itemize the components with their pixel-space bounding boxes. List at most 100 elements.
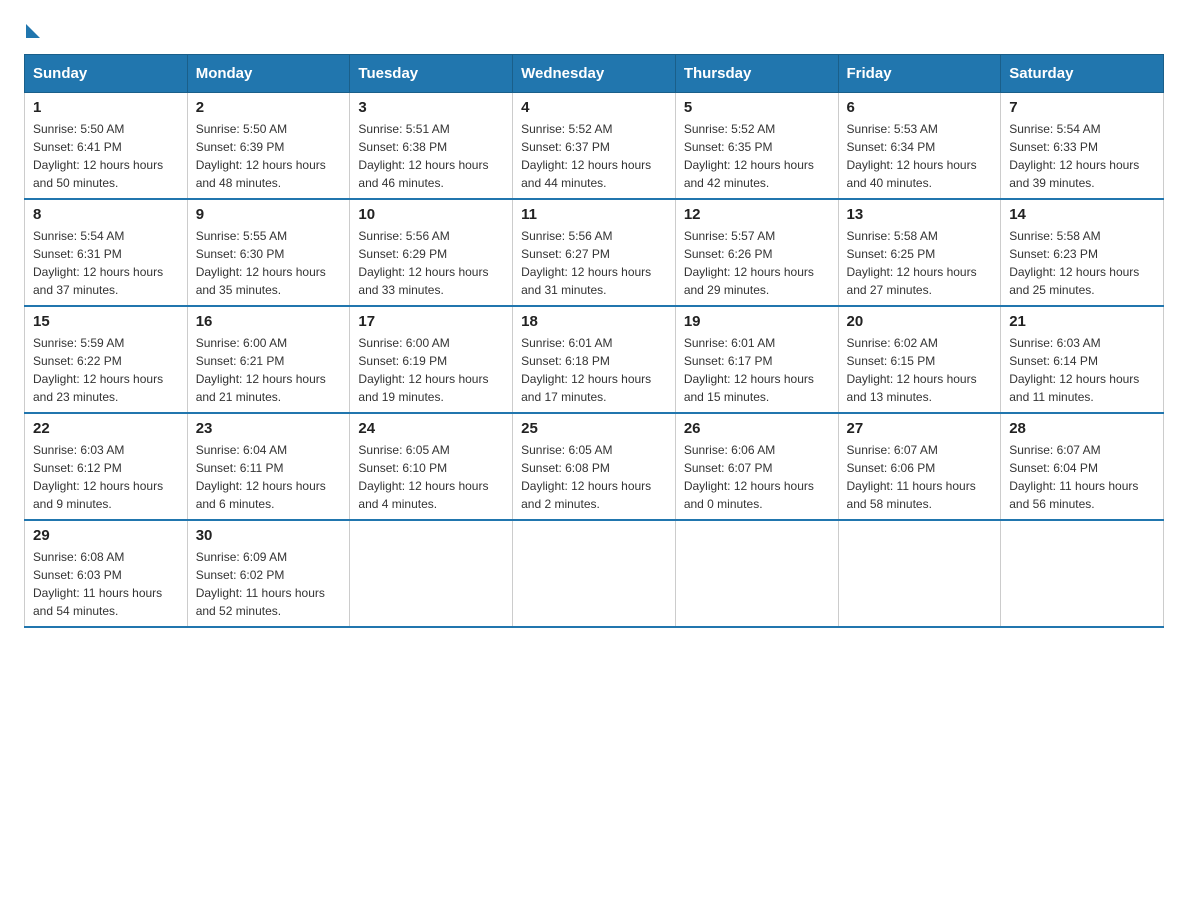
day-number: 10 bbox=[358, 206, 504, 223]
weekday-header-tuesday: Tuesday bbox=[350, 55, 513, 93]
calendar-week-row: 1 Sunrise: 5:50 AM Sunset: 6:41 PM Dayli… bbox=[25, 93, 1164, 200]
calendar-cell bbox=[838, 520, 1001, 627]
day-info: Sunrise: 6:03 AM Sunset: 6:12 PM Dayligh… bbox=[33, 441, 179, 513]
calendar-cell: 12 Sunrise: 5:57 AM Sunset: 6:26 PM Dayl… bbox=[675, 199, 838, 306]
calendar-cell: 29 Sunrise: 6:08 AM Sunset: 6:03 PM Dayl… bbox=[25, 520, 188, 627]
day-info: Sunrise: 5:53 AM Sunset: 6:34 PM Dayligh… bbox=[847, 120, 993, 192]
calendar-cell: 27 Sunrise: 6:07 AM Sunset: 6:06 PM Dayl… bbox=[838, 413, 1001, 520]
day-number: 20 bbox=[847, 313, 993, 330]
day-number: 15 bbox=[33, 313, 179, 330]
day-info: Sunrise: 5:50 AM Sunset: 6:41 PM Dayligh… bbox=[33, 120, 179, 192]
calendar-cell bbox=[675, 520, 838, 627]
calendar-table: SundayMondayTuesdayWednesdayThursdayFrid… bbox=[24, 54, 1164, 628]
day-number: 2 bbox=[196, 99, 342, 116]
calendar-cell: 5 Sunrise: 5:52 AM Sunset: 6:35 PM Dayli… bbox=[675, 93, 838, 200]
calendar-cell: 18 Sunrise: 6:01 AM Sunset: 6:18 PM Dayl… bbox=[513, 306, 676, 413]
day-number: 3 bbox=[358, 99, 504, 116]
day-info: Sunrise: 5:58 AM Sunset: 6:25 PM Dayligh… bbox=[847, 227, 993, 299]
calendar-cell: 1 Sunrise: 5:50 AM Sunset: 6:41 PM Dayli… bbox=[25, 93, 188, 200]
logo-triangle-icon bbox=[26, 24, 40, 38]
day-number: 19 bbox=[684, 313, 830, 330]
day-info: Sunrise: 6:06 AM Sunset: 6:07 PM Dayligh… bbox=[684, 441, 830, 513]
day-number: 11 bbox=[521, 206, 667, 223]
day-number: 7 bbox=[1009, 99, 1155, 116]
calendar-cell: 2 Sunrise: 5:50 AM Sunset: 6:39 PM Dayli… bbox=[187, 93, 350, 200]
day-info: Sunrise: 6:05 AM Sunset: 6:10 PM Dayligh… bbox=[358, 441, 504, 513]
calendar-cell: 19 Sunrise: 6:01 AM Sunset: 6:17 PM Dayl… bbox=[675, 306, 838, 413]
day-number: 21 bbox=[1009, 313, 1155, 330]
day-number: 6 bbox=[847, 99, 993, 116]
calendar-cell: 7 Sunrise: 5:54 AM Sunset: 6:33 PM Dayli… bbox=[1001, 93, 1164, 200]
day-info: Sunrise: 6:00 AM Sunset: 6:21 PM Dayligh… bbox=[196, 334, 342, 406]
calendar-cell: 26 Sunrise: 6:06 AM Sunset: 6:07 PM Dayl… bbox=[675, 413, 838, 520]
day-info: Sunrise: 5:50 AM Sunset: 6:39 PM Dayligh… bbox=[196, 120, 342, 192]
day-info: Sunrise: 5:56 AM Sunset: 6:27 PM Dayligh… bbox=[521, 227, 667, 299]
day-number: 13 bbox=[847, 206, 993, 223]
day-info: Sunrise: 6:07 AM Sunset: 6:06 PM Dayligh… bbox=[847, 441, 993, 513]
day-number: 30 bbox=[196, 527, 342, 544]
calendar-cell bbox=[513, 520, 676, 627]
calendar-cell: 4 Sunrise: 5:52 AM Sunset: 6:37 PM Dayli… bbox=[513, 93, 676, 200]
calendar-cell bbox=[350, 520, 513, 627]
day-number: 25 bbox=[521, 420, 667, 437]
calendar-cell: 30 Sunrise: 6:09 AM Sunset: 6:02 PM Dayl… bbox=[187, 520, 350, 627]
calendar-cell: 28 Sunrise: 6:07 AM Sunset: 6:04 PM Dayl… bbox=[1001, 413, 1164, 520]
calendar-cell: 15 Sunrise: 5:59 AM Sunset: 6:22 PM Dayl… bbox=[25, 306, 188, 413]
calendar-week-row: 15 Sunrise: 5:59 AM Sunset: 6:22 PM Dayl… bbox=[25, 306, 1164, 413]
calendar-cell bbox=[1001, 520, 1164, 627]
day-info: Sunrise: 6:07 AM Sunset: 6:04 PM Dayligh… bbox=[1009, 441, 1155, 513]
day-info: Sunrise: 5:57 AM Sunset: 6:26 PM Dayligh… bbox=[684, 227, 830, 299]
day-number: 8 bbox=[33, 206, 179, 223]
page-header bbox=[24, 24, 1164, 34]
calendar-week-row: 29 Sunrise: 6:08 AM Sunset: 6:03 PM Dayl… bbox=[25, 520, 1164, 627]
day-number: 17 bbox=[358, 313, 504, 330]
weekday-header-saturday: Saturday bbox=[1001, 55, 1164, 93]
day-number: 28 bbox=[1009, 420, 1155, 437]
day-number: 12 bbox=[684, 206, 830, 223]
day-info: Sunrise: 6:04 AM Sunset: 6:11 PM Dayligh… bbox=[196, 441, 342, 513]
day-number: 23 bbox=[196, 420, 342, 437]
calendar-week-row: 8 Sunrise: 5:54 AM Sunset: 6:31 PM Dayli… bbox=[25, 199, 1164, 306]
calendar-cell: 24 Sunrise: 6:05 AM Sunset: 6:10 PM Dayl… bbox=[350, 413, 513, 520]
day-number: 24 bbox=[358, 420, 504, 437]
day-number: 29 bbox=[33, 527, 179, 544]
day-info: Sunrise: 5:52 AM Sunset: 6:37 PM Dayligh… bbox=[521, 120, 667, 192]
calendar-cell: 8 Sunrise: 5:54 AM Sunset: 6:31 PM Dayli… bbox=[25, 199, 188, 306]
day-info: Sunrise: 6:02 AM Sunset: 6:15 PM Dayligh… bbox=[847, 334, 993, 406]
day-number: 1 bbox=[33, 99, 179, 116]
day-number: 22 bbox=[33, 420, 179, 437]
day-info: Sunrise: 6:01 AM Sunset: 6:18 PM Dayligh… bbox=[521, 334, 667, 406]
day-info: Sunrise: 5:54 AM Sunset: 6:31 PM Dayligh… bbox=[33, 227, 179, 299]
calendar-cell: 16 Sunrise: 6:00 AM Sunset: 6:21 PM Dayl… bbox=[187, 306, 350, 413]
logo bbox=[24, 24, 40, 34]
weekday-header-wednesday: Wednesday bbox=[513, 55, 676, 93]
calendar-week-row: 22 Sunrise: 6:03 AM Sunset: 6:12 PM Dayl… bbox=[25, 413, 1164, 520]
day-info: Sunrise: 5:55 AM Sunset: 6:30 PM Dayligh… bbox=[196, 227, 342, 299]
day-info: Sunrise: 5:59 AM Sunset: 6:22 PM Dayligh… bbox=[33, 334, 179, 406]
calendar-cell: 11 Sunrise: 5:56 AM Sunset: 6:27 PM Dayl… bbox=[513, 199, 676, 306]
calendar-cell: 22 Sunrise: 6:03 AM Sunset: 6:12 PM Dayl… bbox=[25, 413, 188, 520]
day-info: Sunrise: 6:05 AM Sunset: 6:08 PM Dayligh… bbox=[521, 441, 667, 513]
calendar-cell: 10 Sunrise: 5:56 AM Sunset: 6:29 PM Dayl… bbox=[350, 199, 513, 306]
day-info: Sunrise: 6:00 AM Sunset: 6:19 PM Dayligh… bbox=[358, 334, 504, 406]
day-info: Sunrise: 5:54 AM Sunset: 6:33 PM Dayligh… bbox=[1009, 120, 1155, 192]
calendar-header-row: SundayMondayTuesdayWednesdayThursdayFrid… bbox=[25, 55, 1164, 93]
day-info: Sunrise: 6:03 AM Sunset: 6:14 PM Dayligh… bbox=[1009, 334, 1155, 406]
day-number: 26 bbox=[684, 420, 830, 437]
calendar-cell: 17 Sunrise: 6:00 AM Sunset: 6:19 PM Dayl… bbox=[350, 306, 513, 413]
calendar-cell: 21 Sunrise: 6:03 AM Sunset: 6:14 PM Dayl… bbox=[1001, 306, 1164, 413]
day-info: Sunrise: 5:52 AM Sunset: 6:35 PM Dayligh… bbox=[684, 120, 830, 192]
weekday-header-monday: Monday bbox=[187, 55, 350, 93]
day-info: Sunrise: 6:08 AM Sunset: 6:03 PM Dayligh… bbox=[33, 548, 179, 620]
day-number: 14 bbox=[1009, 206, 1155, 223]
day-number: 5 bbox=[684, 99, 830, 116]
day-info: Sunrise: 5:51 AM Sunset: 6:38 PM Dayligh… bbox=[358, 120, 504, 192]
calendar-cell: 14 Sunrise: 5:58 AM Sunset: 6:23 PM Dayl… bbox=[1001, 199, 1164, 306]
day-number: 4 bbox=[521, 99, 667, 116]
calendar-cell: 6 Sunrise: 5:53 AM Sunset: 6:34 PM Dayli… bbox=[838, 93, 1001, 200]
calendar-cell: 3 Sunrise: 5:51 AM Sunset: 6:38 PM Dayli… bbox=[350, 93, 513, 200]
day-number: 9 bbox=[196, 206, 342, 223]
weekday-header-friday: Friday bbox=[838, 55, 1001, 93]
calendar-cell: 25 Sunrise: 6:05 AM Sunset: 6:08 PM Dayl… bbox=[513, 413, 676, 520]
calendar-cell: 23 Sunrise: 6:04 AM Sunset: 6:11 PM Dayl… bbox=[187, 413, 350, 520]
